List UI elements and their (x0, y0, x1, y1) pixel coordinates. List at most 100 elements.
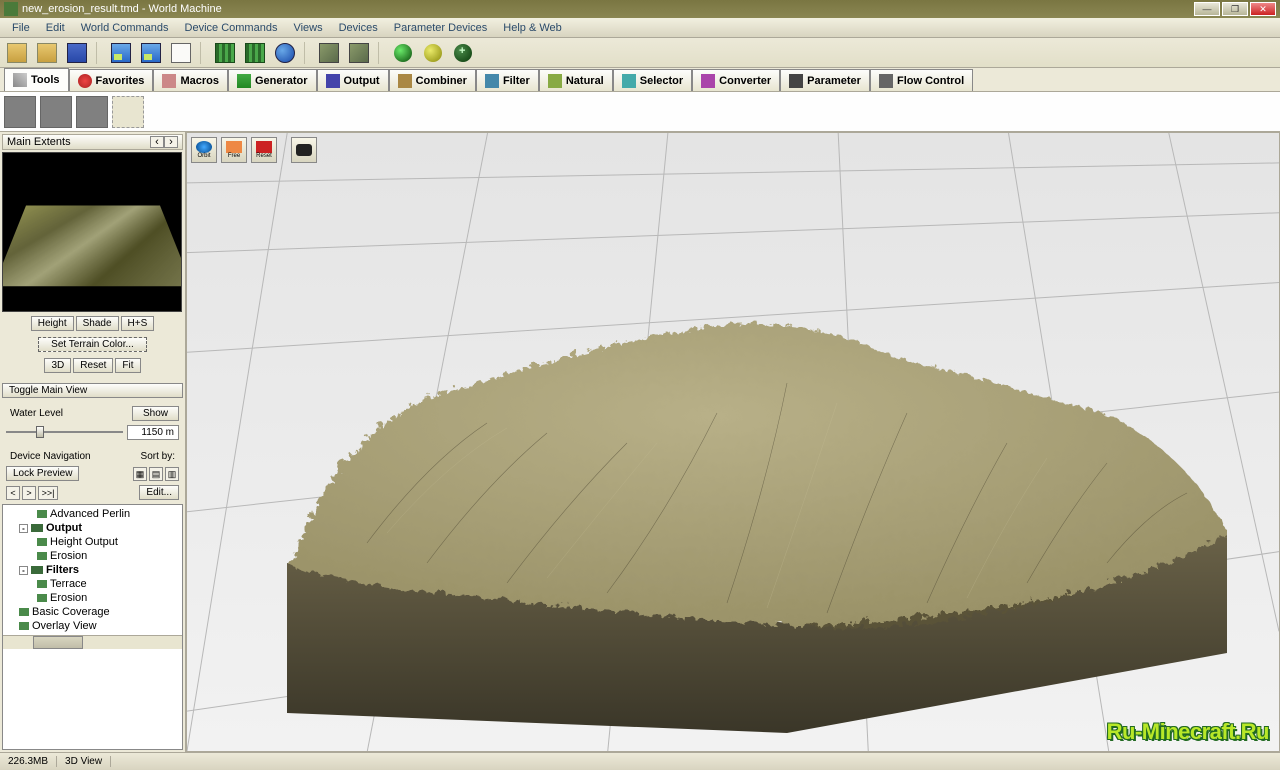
status-view: 3D View (57, 756, 111, 767)
tree-expander[interactable]: - (19, 524, 28, 533)
map2-button[interactable] (346, 41, 372, 65)
menu-views[interactable]: Views (285, 20, 330, 36)
device-slot[interactable] (76, 96, 108, 128)
shade-button[interactable]: Shade (76, 316, 119, 331)
tree-node[interactable]: Advanced Perlin (5, 507, 180, 521)
close-button[interactable]: ✕ (1250, 2, 1276, 16)
device-slot-empty[interactable] (112, 96, 144, 128)
tree-node[interactable]: -Output (5, 521, 180, 535)
node-label: Advanced Perlin (50, 508, 130, 520)
build-add-button[interactable] (450, 41, 476, 65)
free-button[interactable]: Free (221, 137, 247, 163)
camera-icon (296, 144, 312, 156)
device-slot[interactable] (4, 96, 36, 128)
orbit-button[interactable]: Orbit (191, 137, 217, 163)
tab-tools[interactable]: Tools (4, 68, 69, 91)
globe-button[interactable] (272, 41, 298, 65)
tab-natural[interactable]: Natural (539, 69, 613, 91)
picture-button[interactable] (108, 41, 134, 65)
watermark: Ru-Minecraft.Ru (1107, 719, 1269, 745)
combiner-icon (398, 74, 412, 88)
tree-node[interactable]: Erosion (5, 591, 180, 605)
menu-edit[interactable]: Edit (38, 20, 73, 36)
device-tabs: Tools Favorites Macros Generator Output … (0, 68, 1280, 92)
node-label: Basic Coverage (32, 606, 110, 618)
nav-prev-button[interactable]: < (6, 486, 20, 500)
new-file-button[interactable] (4, 41, 30, 65)
reset-view-button[interactable]: Reset (251, 137, 277, 163)
maximize-button[interactable]: ❐ (1222, 2, 1248, 16)
toggle-main-view-button[interactable]: Toggle Main View (2, 383, 183, 398)
menu-device-commands[interactable]: Device Commands (177, 20, 286, 36)
statusbar: 226.3MB 3D View (0, 752, 1280, 770)
tab-converter[interactable]: Converter (692, 69, 780, 91)
menu-file[interactable]: File (4, 20, 38, 36)
device-slot[interactable] (40, 96, 72, 128)
terrain-preview[interactable] (2, 152, 182, 312)
water-level-value: 1150 m (127, 425, 179, 440)
hs-button[interactable]: H+S (121, 316, 155, 331)
nav-next-button[interactable]: > (22, 486, 36, 500)
show-water-button[interactable]: Show (132, 406, 179, 421)
map1-button[interactable] (316, 41, 342, 65)
tree-node[interactable]: Terrace (5, 577, 180, 591)
grid-button[interactable] (212, 41, 238, 65)
minimize-button[interactable]: — (1194, 2, 1220, 16)
tab-favorites[interactable]: Favorites (69, 69, 154, 91)
extents-next[interactable]: › (164, 136, 178, 148)
build-green-button[interactable] (390, 41, 416, 65)
build-yellow-button[interactable] (420, 41, 446, 65)
randomize-button[interactable] (168, 41, 194, 65)
node-label: Terrace (50, 578, 87, 590)
tab-combiner[interactable]: Combiner (389, 69, 476, 91)
open-file-button[interactable] (34, 41, 60, 65)
tab-filter[interactable]: Filter (476, 69, 539, 91)
tree-node[interactable]: Erosion (5, 549, 180, 563)
camera-button[interactable] (291, 137, 317, 163)
tree-node[interactable]: Overlay View (5, 619, 180, 633)
node-label: Height Output (50, 536, 118, 548)
sort-opt2[interactable]: ▤ (149, 467, 163, 481)
tab-output[interactable]: Output (317, 69, 389, 91)
menu-devices[interactable]: Devices (331, 20, 386, 36)
tree-node[interactable]: Height Output (5, 535, 180, 549)
save-file-button[interactable] (64, 41, 90, 65)
tab-parameter[interactable]: Parameter (780, 69, 870, 91)
extents-label: Main Extents (7, 136, 71, 148)
tree-hscrollbar[interactable] (3, 635, 182, 649)
water-level-label: Water Level (6, 406, 67, 421)
height-button[interactable]: Height (31, 316, 74, 331)
flow-icon (879, 74, 893, 88)
tab-generator[interactable]: Generator (228, 69, 317, 91)
3d-button[interactable]: 3D (44, 358, 71, 373)
terrain-color-button[interactable]: Set Terrain Color... (38, 337, 147, 352)
tab-selector[interactable]: Selector (613, 69, 692, 91)
sort-by-label: Sort by: (137, 449, 179, 464)
picture2-button[interactable] (138, 41, 164, 65)
sort-opt1[interactable]: ▦ (133, 467, 147, 481)
tree-node[interactable]: -Filters (5, 563, 180, 577)
device-tree[interactable]: Advanced Perlin-OutputHeight OutputErosi… (2, 504, 183, 750)
nav-last-button[interactable]: >>| (38, 486, 58, 500)
generator-icon (237, 74, 251, 88)
menu-world-commands[interactable]: World Commands (73, 20, 177, 36)
extents-prev[interactable]: ‹ (150, 136, 164, 148)
tree-node[interactable]: Basic Coverage (5, 605, 180, 619)
natural-icon (548, 74, 562, 88)
filter-icon (485, 74, 499, 88)
fit-button[interactable]: Fit (115, 358, 140, 373)
device-nav-label: Device Navigation (6, 449, 95, 464)
viewport-toolbar: Orbit Free Reset (191, 137, 317, 163)
tab-flow-control[interactable]: Flow Control (870, 69, 973, 91)
lock-preview-button[interactable]: Lock Preview (6, 466, 79, 481)
tree-expander[interactable]: - (19, 566, 28, 575)
3d-viewport[interactable]: Orbit Free Reset (186, 132, 1280, 752)
water-level-slider[interactable] (6, 423, 123, 441)
menu-parameter-devices[interactable]: Parameter Devices (386, 20, 496, 36)
edit-button[interactable]: Edit... (139, 485, 179, 500)
tab-macros[interactable]: Macros (153, 69, 228, 91)
reset-button[interactable]: Reset (73, 358, 113, 373)
menu-help-web[interactable]: Help & Web (495, 20, 570, 36)
grid2-button[interactable] (242, 41, 268, 65)
sort-opt3[interactable]: ▥ (165, 467, 179, 481)
